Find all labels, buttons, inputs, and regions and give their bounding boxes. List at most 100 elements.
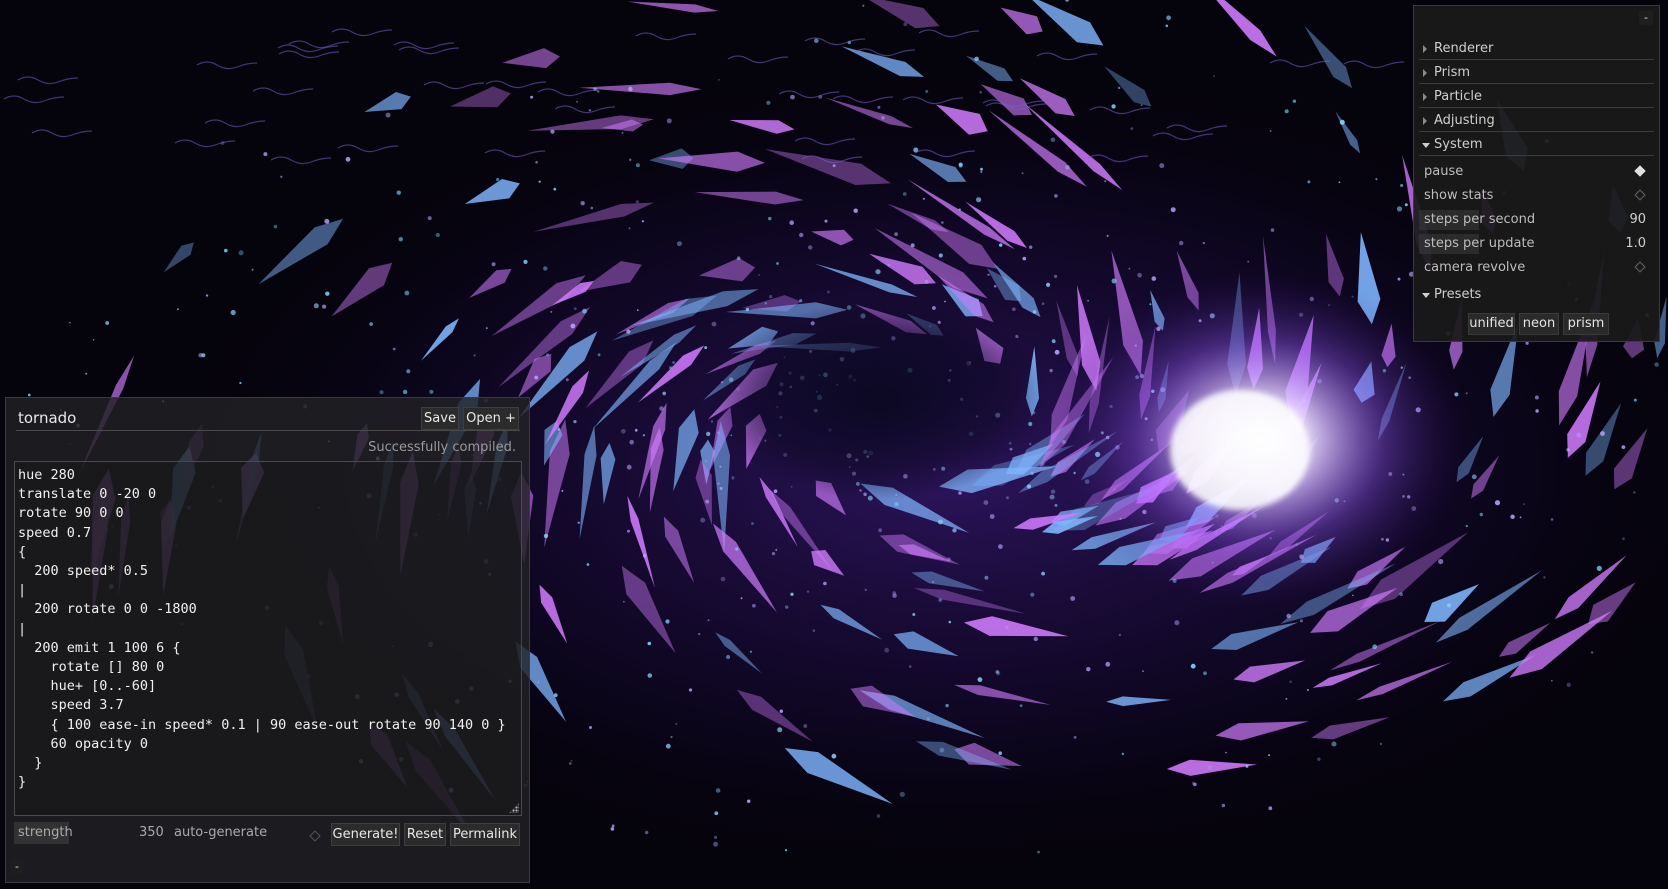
particle-dot	[642, 434, 646, 437]
particle-dot	[1471, 474, 1477, 480]
chevron-right-icon	[1423, 45, 1427, 53]
particle-dot	[1137, 272, 1142, 278]
setting-show-stats[interactable]: show stats	[1419, 185, 1654, 207]
particle-dot	[745, 307, 750, 312]
particle-dot	[698, 632, 701, 636]
resize-grip-icon[interactable]	[509, 803, 519, 813]
particle-dot	[1245, 764, 1249, 768]
particle-dot	[1510, 514, 1515, 519]
strength-value: 350	[139, 825, 164, 840]
setting-steps-per-second[interactable]: steps per second 90	[1419, 209, 1654, 231]
particle-dot	[1289, 680, 1292, 684]
folder-adjusting[interactable]: Adjusting	[1419, 110, 1654, 132]
editor-collapse-button[interactable]: -	[10, 860, 24, 874]
permalink-button[interactable]: Permalink	[450, 823, 520, 846]
divider	[16, 430, 520, 431]
particle-dot	[538, 180, 541, 183]
particle-dot	[1396, 206, 1403, 212]
particle-dot	[313, 303, 319, 309]
particle-dot	[402, 389, 408, 395]
setting-pause[interactable]: pause	[1419, 161, 1654, 183]
settings-collapse-button[interactable]: -	[1639, 11, 1653, 25]
open-button[interactable]: Open +	[463, 407, 519, 430]
particle-dot	[714, 811, 719, 816]
particle-dot	[1465, 524, 1468, 528]
preset-unified-button[interactable]: unified	[1468, 313, 1515, 335]
particle-dot	[1372, 644, 1378, 650]
generate-button[interactable]: Generate!	[331, 823, 400, 846]
particle-dot	[1375, 178, 1378, 181]
particle-dot	[932, 581, 935, 583]
folder-label: Prism	[1434, 65, 1471, 80]
reset-button[interactable]: Reset	[404, 823, 446, 846]
setting-camera-revolve[interactable]: camera revolve	[1419, 257, 1654, 279]
folder-renderer[interactable]: Renderer	[1419, 38, 1654, 60]
particle-dot	[1654, 362, 1659, 367]
particle-dot	[1006, 496, 1009, 500]
show-stats-checkbox[interactable]	[1634, 189, 1646, 201]
particle-dot	[1551, 680, 1553, 682]
particle-dot	[647, 673, 653, 678]
particle-dot	[1534, 395, 1539, 400]
settings-panel: - Renderer Prism Particle Adjusting Syst…	[1413, 5, 1660, 342]
particle-dot	[1306, 688, 1309, 692]
auto-generate-checkbox[interactable]	[309, 830, 321, 842]
particle-dot	[977, 677, 983, 682]
particle-dot	[1566, 682, 1571, 688]
particle-dot	[1284, 109, 1289, 114]
particle-dot	[1029, 245, 1033, 249]
pause-checkbox[interactable]	[1634, 165, 1646, 177]
particle-dot	[1015, 334, 1019, 339]
particle-dot	[704, 459, 707, 463]
particle-dot	[1051, 339, 1056, 344]
particle-dot	[176, 308, 179, 311]
save-button[interactable]: Save	[421, 407, 459, 430]
particle-canvas[interactable]: - Renderer Prism Particle Adjusting Syst…	[0, 0, 1668, 889]
particle-dot	[580, 201, 585, 206]
setting-label: steps per update	[1424, 236, 1535, 251]
particle-dot	[1086, 667, 1091, 672]
particle-dot	[948, 620, 952, 624]
folder-system[interactable]: System	[1419, 134, 1654, 156]
preset-neon-button[interactable]: neon	[1519, 313, 1559, 335]
particle-dot	[751, 522, 754, 525]
particle-dot	[626, 464, 632, 470]
program-name-input[interactable]	[16, 406, 390, 430]
particle-dot	[1566, 448, 1570, 452]
particle-dot	[945, 703, 949, 708]
particle-dot	[1165, 24, 1169, 28]
particle-dot	[1026, 484, 1032, 489]
particle-dot	[659, 406, 664, 411]
particle-dot	[1046, 282, 1051, 287]
particle-dot	[993, 284, 997, 288]
particle-dot	[987, 273, 990, 276]
code-text[interactable]: hue 280 translate 0 -20 0 rotate 90 0 0 …	[18, 466, 506, 792]
preset-prism-button[interactable]: prism	[1563, 313, 1609, 335]
particle-dot	[1494, 500, 1501, 506]
camera-revolve-checkbox[interactable]	[1634, 261, 1646, 273]
particle-dot	[983, 500, 989, 505]
particle-dot	[884, 647, 890, 653]
particle-dot	[1049, 368, 1053, 373]
particle-dot	[1012, 307, 1016, 312]
particle-dot	[1207, 765, 1212, 770]
particle-dot	[385, 112, 391, 118]
folder-prism[interactable]: Prism	[1419, 62, 1654, 84]
particle-dot	[799, 299, 803, 303]
particle-dot	[610, 827, 615, 831]
particle-dot	[1054, 274, 1058, 278]
particle-dot	[766, 100, 771, 105]
particle-dot	[589, 726, 592, 729]
folder-presets[interactable]: Presets	[1419, 284, 1654, 306]
particle-dot	[1525, 341, 1529, 345]
editor-panel: Save Open + Successfully compiled. hue 2…	[5, 397, 530, 883]
folder-particle[interactable]: Particle	[1419, 86, 1654, 108]
particle-dot	[803, 724, 808, 728]
particle-dot	[537, 681, 540, 684]
chevron-down-icon	[1422, 293, 1430, 298]
code-editor[interactable]: hue 280 translate 0 -20 0 rotate 90 0 0 …	[14, 461, 522, 816]
particle-dot	[1221, 803, 1226, 808]
particle-dot	[636, 309, 639, 311]
setting-steps-per-update[interactable]: steps per update 1.0	[1419, 233, 1654, 255]
particle-dot	[1130, 127, 1134, 130]
